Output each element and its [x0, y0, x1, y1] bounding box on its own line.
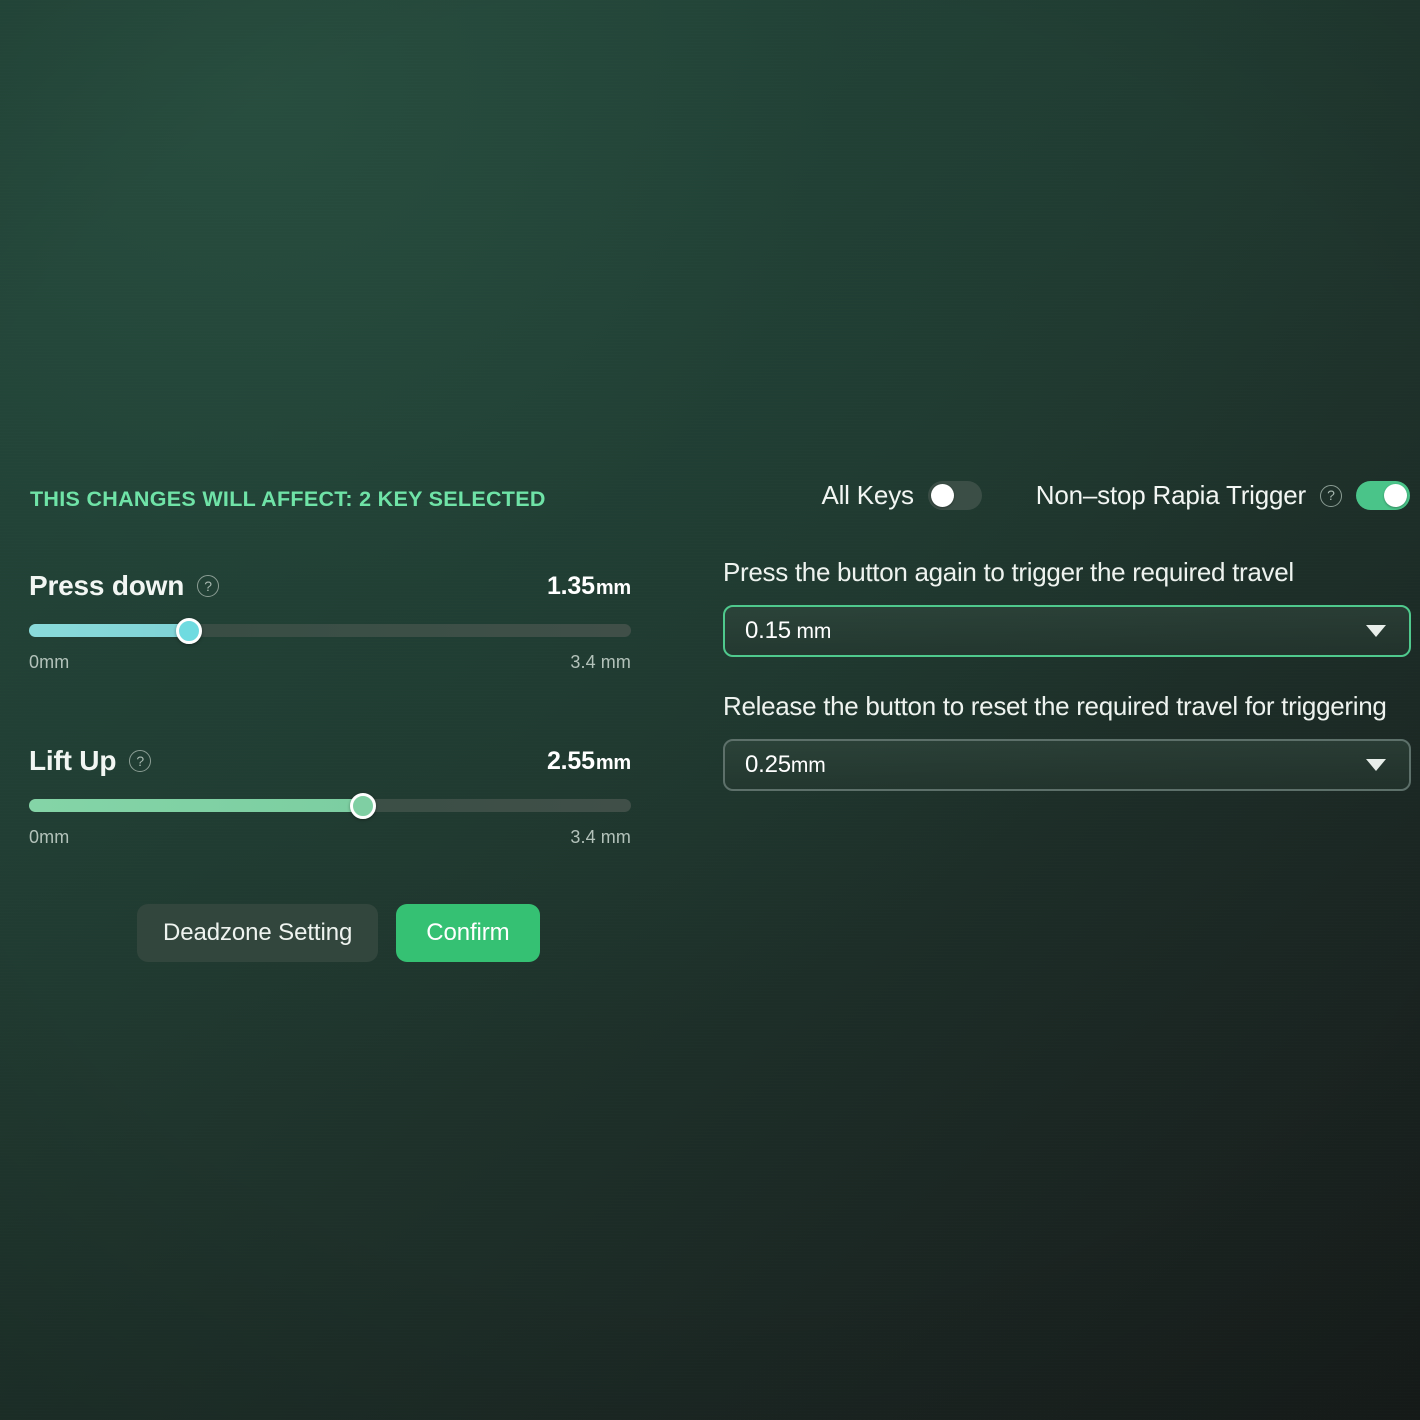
lift-up-range-labels: 0mm 3.4 mm	[29, 827, 631, 848]
all-keys-toggle-knob	[931, 484, 954, 507]
lift-up-slider-block: Lift Up ? 2.55mm 0mm 3.4 mm	[29, 745, 631, 848]
chevron-down-icon[interactable]	[1366, 759, 1386, 771]
trigger-travel-value: 0.15 mm	[745, 617, 831, 645]
reset-travel-select[interactable]: 0.25mm	[723, 739, 1411, 791]
press-down-label-group: Press down ?	[29, 570, 219, 602]
lift-up-header: Lift Up ? 2.55mm	[29, 745, 631, 777]
non-stop-rapid-trigger-toggle[interactable]	[1356, 481, 1410, 510]
press-down-header: Press down ? 1.35mm	[29, 570, 631, 602]
press-down-slider-block: Press down ? 1.35mm 0mm 3.4 mm	[29, 570, 631, 673]
trigger-travel-label: Press the button again to trigger the re…	[723, 557, 1411, 588]
non-stop-rapid-trigger-toggle-group: Non–stop Rapia Trigger ?	[1036, 480, 1410, 511]
trigger-travel-value-unit: mm	[791, 620, 831, 643]
lift-up-thumb[interactable]	[350, 793, 376, 819]
lift-up-value: 2.55mm	[547, 747, 631, 776]
lift-up-slider[interactable]	[29, 797, 631, 813]
press-down-value-number: 1.35	[547, 572, 595, 600]
reset-travel-value: 0.25mm	[745, 751, 826, 779]
question-circle-icon[interactable]: ?	[129, 750, 151, 772]
lift-up-label-group: Lift Up ?	[29, 745, 151, 777]
trigger-travel-field: Press the button again to trigger the re…	[723, 557, 1411, 657]
trigger-travel-select[interactable]: 0.15 mm	[723, 605, 1411, 657]
action-button-row: Deadzone Setting Confirm	[29, 904, 631, 962]
reset-travel-value-number: 0.25	[745, 751, 791, 778]
rapid-trigger-panel: All Keys Non–stop Rapia Trigger ? Press …	[723, 480, 1411, 825]
actuation-settings-panel: THIS CHANGES WILL AFFECT: 2 KEY SELECTED…	[29, 487, 631, 962]
question-circle-icon[interactable]: ?	[1320, 485, 1342, 507]
deadzone-setting-button[interactable]: Deadzone Setting	[137, 904, 378, 962]
press-down-value: 1.35mm	[547, 572, 631, 601]
lift-up-max-label: 3.4 mm	[570, 827, 631, 848]
lift-up-label: Lift Up	[29, 745, 116, 777]
app-background: THIS CHANGES WILL AFFECT: 2 KEY SELECTED…	[0, 0, 1420, 1420]
lift-up-value-unit: mm	[596, 752, 631, 774]
lift-up-track-fill	[29, 799, 363, 812]
chevron-down-icon[interactable]	[1366, 625, 1386, 637]
lift-up-min-label: 0mm	[29, 827, 69, 848]
press-down-range-labels: 0mm 3.4 mm	[29, 652, 631, 673]
reset-travel-value-unit: mm	[791, 754, 826, 777]
reset-travel-label: Release the button to reset the required…	[723, 691, 1411, 722]
question-circle-icon[interactable]: ?	[197, 575, 219, 597]
toggle-row: All Keys Non–stop Rapia Trigger ?	[723, 480, 1411, 511]
press-down-label: Press down	[29, 570, 184, 602]
reset-travel-field: Release the button to reset the required…	[723, 691, 1411, 791]
affected-keys-notice: THIS CHANGES WILL AFFECT: 2 KEY SELECTED	[30, 487, 631, 512]
press-down-max-label: 3.4 mm	[570, 652, 631, 673]
press-down-track-fill	[29, 624, 189, 637]
non-stop-rapid-trigger-label: Non–stop Rapia Trigger	[1036, 480, 1306, 511]
press-down-thumb[interactable]	[176, 618, 202, 644]
press-down-slider[interactable]	[29, 622, 631, 638]
lift-up-value-number: 2.55	[547, 747, 595, 775]
all-keys-toggle[interactable]	[928, 481, 982, 510]
confirm-button[interactable]: Confirm	[396, 904, 539, 962]
all-keys-toggle-group: All Keys	[821, 480, 981, 511]
press-down-value-unit: mm	[596, 577, 631, 599]
non-stop-rapid-trigger-toggle-knob	[1384, 484, 1407, 507]
all-keys-label: All Keys	[821, 480, 913, 511]
press-down-min-label: 0mm	[29, 652, 69, 673]
trigger-travel-value-number: 0.15	[745, 617, 791, 644]
